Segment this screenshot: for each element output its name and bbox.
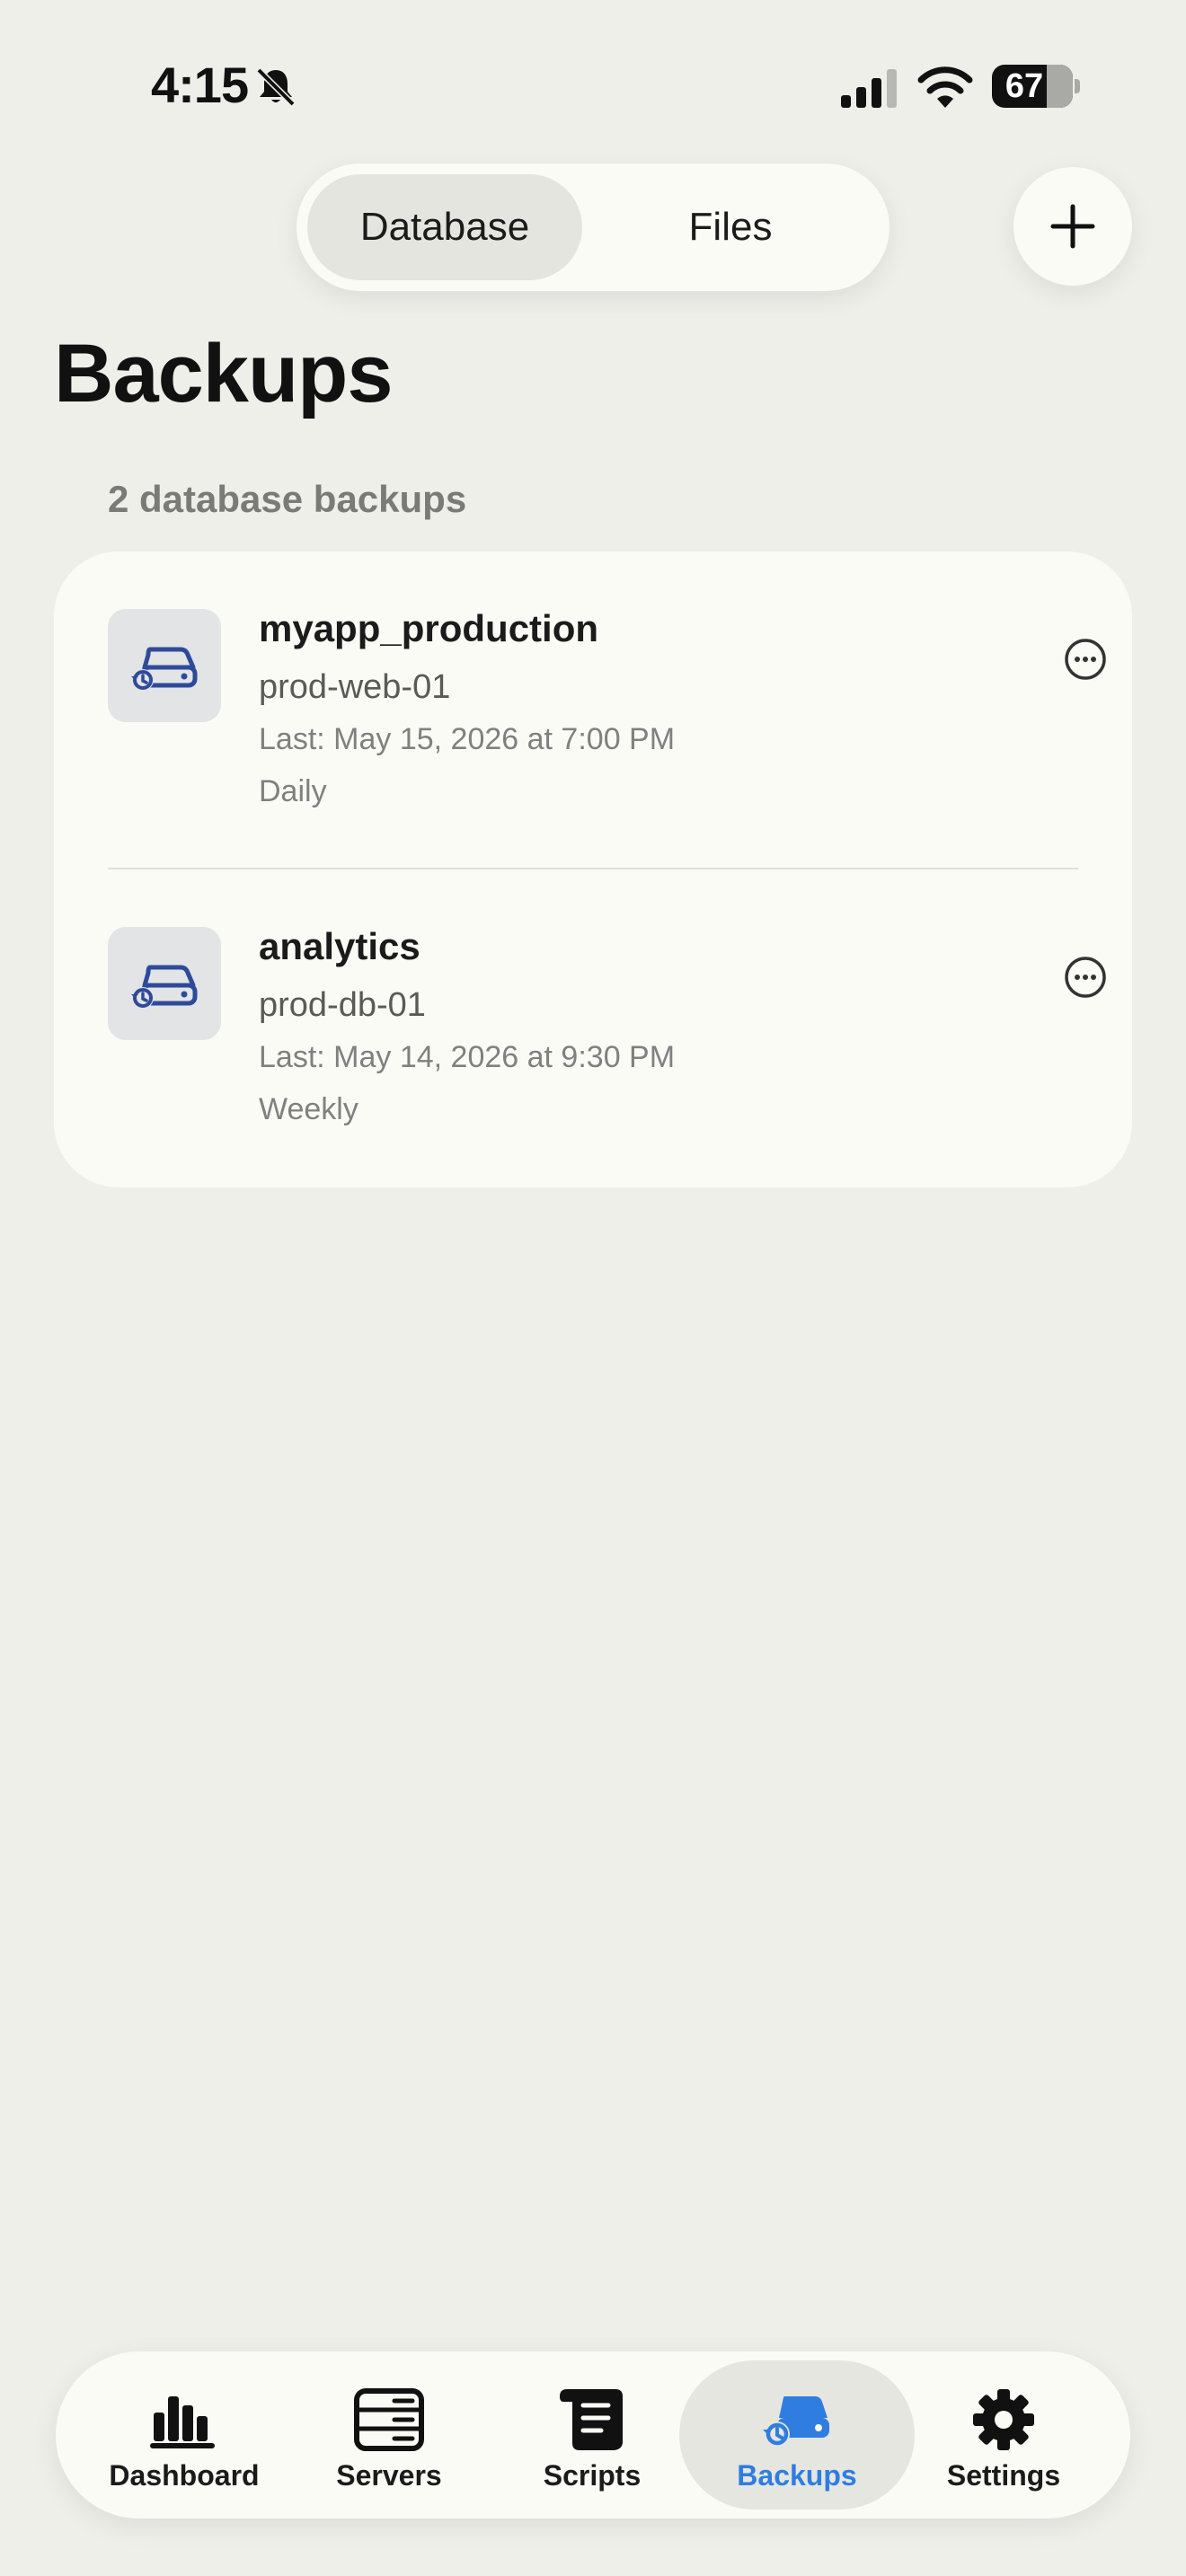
backup-frequency: Daily — [259, 774, 327, 808]
segment-files[interactable]: Files — [582, 174, 879, 280]
wifi-icon — [917, 66, 973, 108]
tab-label: Settings — [946, 2459, 1061, 2492]
more-options-icon[interactable] — [1062, 636, 1109, 683]
status-bar: 4:15 67 — [0, 0, 1186, 171]
status-time: 4:15 — [151, 57, 249, 113]
tab-label: Dashboard — [109, 2459, 260, 2492]
add-backup-button[interactable] — [1013, 167, 1132, 286]
backup-drive-icon — [108, 609, 221, 722]
backup-server: prod-db-01 — [259, 986, 426, 1024]
battery-nub — [1075, 79, 1080, 93]
backup-server: prod-web-01 — [259, 668, 451, 706]
battery-level: 67 — [1005, 67, 1044, 105]
page-title: Backups — [54, 328, 393, 419]
chart-bars-icon — [150, 2396, 215, 2448]
bell-slash-icon — [256, 67, 296, 107]
backups-list: myapp_production prod-web-01 Last: May 1… — [54, 551, 1132, 1187]
tab-settings[interactable]: Settings — [902, 2360, 1105, 2510]
battery-indicator: 67 — [992, 65, 1073, 108]
more-options-icon[interactable] — [1062, 954, 1109, 1001]
tab-scripts[interactable]: Scripts — [491, 2360, 694, 2510]
tab-bar: Dashboard Servers Scripts Backups Settin… — [56, 2351, 1130, 2519]
tab-backups[interactable]: Backups — [679, 2360, 915, 2510]
tab-label: Backups — [737, 2459, 857, 2492]
cellular-signal-icon — [841, 69, 897, 108]
backup-row-analytics[interactable]: analytics prod-db-01 Last: May 14, 2026 … — [54, 869, 1132, 1187]
plus-icon — [1050, 204, 1095, 249]
backup-drive-icon — [763, 2396, 829, 2447]
backup-frequency: Weekly — [259, 1092, 358, 1126]
tab-dashboard[interactable]: Dashboard — [83, 2360, 286, 2510]
backup-type-segmented-control: Database Files — [296, 163, 890, 291]
segment-database[interactable]: Database — [307, 174, 582, 280]
backup-last-run: Last: May 15, 2026 at 7:00 PM — [259, 722, 676, 756]
backup-drive-icon — [108, 927, 221, 1040]
backup-row-myapp-production[interactable]: myapp_production prod-web-01 Last: May 1… — [54, 551, 1132, 869]
backup-name: myapp_production — [259, 607, 599, 649]
tab-label: Scripts — [543, 2459, 642, 2492]
gear-icon — [973, 2389, 1034, 2450]
tab-label: Servers — [336, 2459, 442, 2492]
backup-name: analytics — [259, 925, 420, 967]
script-scroll-icon — [560, 2389, 623, 2450]
backup-count-caption: 2 database backups — [108, 478, 467, 520]
server-rack-icon — [354, 2388, 424, 2451]
tab-servers[interactable]: Servers — [288, 2360, 491, 2510]
backup-last-run: Last: May 14, 2026 at 9:30 PM — [259, 1040, 676, 1074]
